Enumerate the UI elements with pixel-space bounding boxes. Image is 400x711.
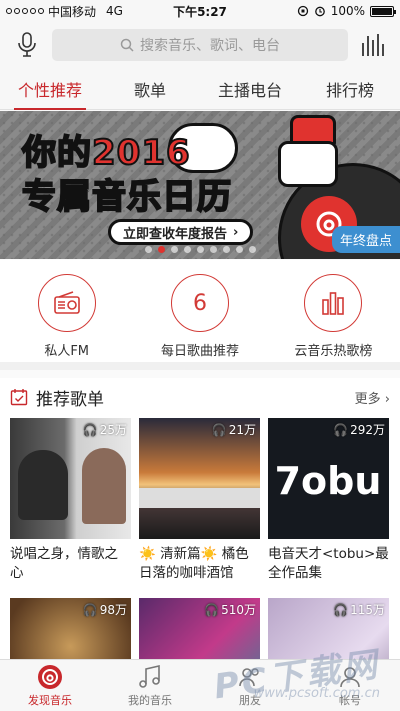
play-count: 🎧 25万 — [82, 422, 127, 438]
netease-music-icon — [38, 664, 62, 689]
search-placeholder: 搜索音乐、歌词、电台 — [140, 38, 280, 54]
tab-strip: 个性推荐 歌单 主播电台 排行榜 — [0, 68, 400, 110]
tabbar-label: 我的音乐 — [128, 693, 172, 707]
section-title: 推荐歌单 — [36, 389, 104, 410]
alarm-icon — [314, 6, 325, 17]
play-count: 🎧 115万 — [333, 602, 385, 618]
play-count: 🎧 292万 — [333, 422, 385, 438]
shortcut-row: 私人FM 6 每日歌曲推荐 云音乐热歌榜 — [0, 260, 400, 370]
more-link[interactable]: 更多 › — [355, 388, 390, 407]
banner-title-line2: 专属音乐日历 — [21, 176, 232, 218]
banner-cta-button[interactable]: 立即查收年度报告 › — [108, 219, 254, 245]
battery-percent: 100% — [330, 4, 365, 18]
banner-pager[interactable] — [0, 246, 400, 253]
headphones-icon: 🎧 — [204, 602, 220, 617]
signal-icon — [6, 8, 44, 14]
shortcut-label: 云音乐热歌榜 — [294, 344, 373, 359]
now-playing-icon[interactable] — [360, 32, 386, 58]
carrier-label: 中国移动 — [48, 4, 97, 19]
playlist-card[interactable]: 7obu 🎧 292万 电音天才<tobu>最全作品集 — [268, 418, 389, 585]
clock: 下午5:27 — [173, 4, 227, 19]
status-left: 中国移动 4G — [6, 3, 146, 20]
more-label: 更多 — [354, 391, 381, 407]
network-label: 4G — [106, 4, 123, 18]
shortcut-hot-chart[interactable]: 云音乐热歌榜 — [267, 260, 400, 362]
headphones-icon: 🎧 — [82, 422, 98, 437]
search-icon — [120, 38, 134, 52]
svg-text:7obu: 7obu — [275, 459, 382, 503]
watermark-url: www.pcsoft.com.cn — [253, 686, 380, 701]
playlist-cover: 7obu 🎧 292万 — [268, 418, 389, 539]
calendar-day-number: 6 — [192, 290, 207, 316]
shortcut-label: 每日歌曲推荐 — [160, 344, 239, 359]
headphones-icon: 🎧 — [82, 602, 98, 617]
playlist-cover: 🎧 25万 — [10, 418, 131, 539]
playlist-title: 电音天才<tobu>最全作品集 — [268, 546, 389, 581]
headphones-icon: 🎧 — [211, 422, 227, 437]
chart-bars-icon — [304, 274, 363, 332]
status-right: 100% — [254, 4, 396, 18]
playlist-cover: 🎧 21万 — [139, 418, 260, 539]
top-bar: 搜索音乐、歌词、电台 — [0, 22, 400, 68]
shortcut-label: 私人FM — [44, 344, 90, 359]
play-count: 🎧 21万 — [211, 422, 256, 438]
playlist-title: ☀️ 清新篇☀️ 橘色日落的咖啡酒馆 — [139, 546, 249, 581]
tabbar-my-music[interactable]: 我的音乐 — [100, 660, 200, 711]
tab-charts[interactable]: 排行榜 — [300, 68, 400, 109]
calendar-check-icon — [10, 389, 28, 406]
playlist-card[interactable]: 🎧 25万 说唱之身，情歌之心 — [10, 418, 131, 585]
playlist-grid: 🎧 25万 说唱之身，情歌之心 🎧 21万 ☀️ 清新篇☀️ 橘色日落的咖啡酒馆 7… — [0, 416, 400, 711]
music-note-icon — [139, 664, 160, 688]
section-header: 推荐歌单 更多 › — [0, 378, 400, 416]
banner-cta-label: 立即查收年度报告 — [123, 226, 228, 242]
headphones-icon: 🎧 — [333, 422, 349, 437]
search-input[interactable]: 搜索音乐、歌词、电台 — [52, 29, 348, 61]
tab-playlists[interactable]: 歌单 — [100, 68, 200, 109]
shortcut-personal-fm[interactable]: 私人FM — [0, 260, 133, 362]
bottom-tab-bar: 发现音乐 我的音乐 朋友 帐号 — [0, 659, 400, 711]
status-bar: 中国移动 4G 下午5:27 100% — [0, 0, 400, 22]
banner-title-line1: 你的2016 — [21, 132, 191, 174]
play-count: 🎧 98万 — [82, 602, 127, 618]
banner[interactable]: 你的2016 专属音乐日历 立即查收年度报告 › 年终盘点 — [0, 111, 400, 259]
playlist-title: 说唱之身，情歌之心 — [10, 546, 118, 581]
microphone-icon — [18, 32, 36, 57]
tab-personal-recommend[interactable]: 个性推荐 — [0, 68, 100, 110]
playlist-card[interactable]: 🎧 21万 ☀️ 清新篇☀️ 橘色日落的咖啡酒馆 — [139, 418, 260, 585]
tab-radio[interactable]: 主播电台 — [200, 68, 300, 109]
play-count: 🎧 510万 — [204, 602, 256, 618]
battery-icon — [370, 5, 396, 17]
mascot-icon — [278, 141, 338, 187]
tabbar-discover[interactable]: 发现音乐 — [0, 660, 100, 711]
headphones-icon: 🎧 — [333, 602, 349, 617]
rotation-lock-icon — [297, 5, 308, 17]
tabbar-label: 发现音乐 — [28, 693, 72, 707]
arrow-right-icon: › — [233, 224, 239, 240]
radio-icon — [37, 274, 96, 332]
voice-search-button[interactable] — [14, 30, 40, 60]
shortcut-daily-recommend[interactable]: 6 每日歌曲推荐 — [133, 260, 266, 362]
calendar-day-icon: 6 — [170, 274, 229, 332]
